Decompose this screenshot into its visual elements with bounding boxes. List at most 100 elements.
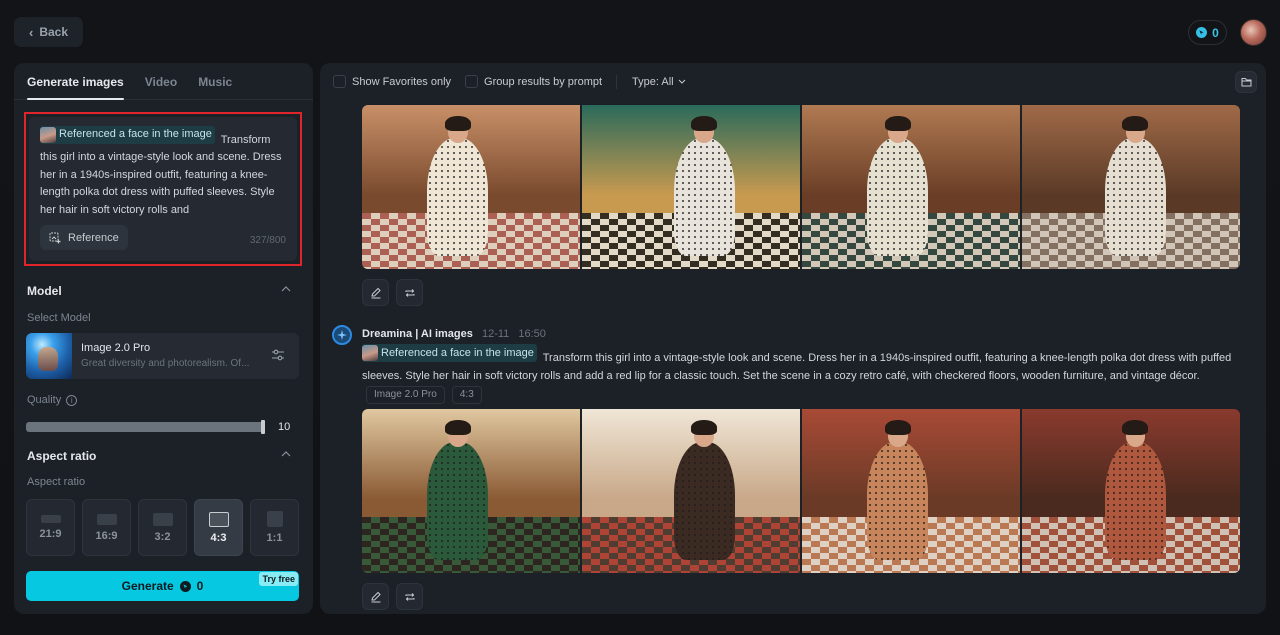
hair <box>1122 116 1149 132</box>
generation-actions <box>362 279 423 306</box>
generated-image[interactable] <box>362 409 580 573</box>
group-label: Group results by prompt <box>484 75 603 88</box>
edit-prompt-button[interactable] <box>362 279 389 306</box>
credits-badge[interactable]: 0 <box>1188 20 1227 45</box>
generation-settings-panel: Generate images Video Music Referenced a… <box>14 63 313 614</box>
ratio-label: 21:9 <box>39 528 62 540</box>
user-avatar[interactable] <box>1240 19 1267 46</box>
prompt-input-highlight: Referenced a face in the image Transform… <box>24 112 302 266</box>
aspect-ratio-label: Aspect ratio <box>27 476 86 488</box>
woman-figure <box>427 441 489 560</box>
collapse-aspect-ratio-button[interactable] <box>281 448 291 460</box>
quality-value: 10 <box>278 421 291 433</box>
generated-image[interactable] <box>582 105 800 269</box>
prompt-text[interactable]: Referenced a face in the image Transform… <box>40 126 286 219</box>
regenerate-button[interactable] <box>396 279 423 306</box>
generate-button[interactable]: Generate 0 Try free <box>26 571 299 601</box>
ratio-21-9-icon <box>40 515 61 523</box>
pencil-icon <box>370 591 381 602</box>
generation-date: 12-11 <box>481 328 510 340</box>
generated-image[interactable] <box>802 409 1020 573</box>
ratio-4-3-icon <box>208 511 229 527</box>
group-checkbox[interactable] <box>465 75 479 88</box>
woman-figure <box>1104 441 1166 560</box>
group-by-prompt-toggle[interactable]: Group results by prompt <box>465 75 602 88</box>
filter-bar: Show Favorites only Group results by pro… <box>320 63 1266 100</box>
aspect-ratio-16-9[interactable]: 16:9 <box>82 499 131 556</box>
tab-video[interactable]: Video <box>145 63 177 99</box>
hair <box>884 116 911 132</box>
ratio-1-1-icon <box>266 511 283 527</box>
edit-prompt-button[interactable] <box>362 583 389 610</box>
generation-image-grid <box>362 409 1240 573</box>
quality-label-text: Quality <box>27 394 62 406</box>
aspect-ratio-4-3[interactable]: 4:3 <box>194 499 243 556</box>
ratio-16-9-icon <box>96 513 117 525</box>
model-description: Great diversity and photorealism. Of... <box>81 358 250 369</box>
woman-figure <box>1104 137 1166 256</box>
reference-chip-label: Referenced a face in the image <box>59 128 212 140</box>
hair <box>691 116 718 132</box>
model-selector[interactable]: Image 2.0 Pro Great diversity and photor… <box>26 333 299 379</box>
reference-thumbnail <box>362 345 378 361</box>
generation-time: 16:50 <box>518 328 546 340</box>
model-tag: Image 2.0 Pro <box>366 386 445 404</box>
repeat-icon <box>405 288 414 297</box>
reference-thumbnail <box>40 126 56 143</box>
generated-image[interactable] <box>1022 409 1240 573</box>
folder-icon <box>1241 78 1251 87</box>
generation-title: Dreamina | AI images 12-11 16:50 <box>362 328 546 340</box>
aspect-ratio-3-2[interactable]: 3:2 <box>138 499 187 556</box>
show-favorites-toggle[interactable]: Show Favorites only <box>333 75 451 88</box>
credit-coin-icon <box>179 580 191 592</box>
generate-label: Generate <box>121 579 174 593</box>
generation-author: Dreamina | AI images <box>362 328 473 340</box>
hair <box>884 420 911 436</box>
favorites-label: Show Favorites only <box>352 75 452 88</box>
woman-figure <box>427 137 489 256</box>
generated-image[interactable] <box>362 105 580 269</box>
collapse-model-button[interactable] <box>281 283 291 295</box>
ratio-label: 4:3 <box>210 531 227 544</box>
face-reference-chip[interactable]: Referenced a face in the image <box>40 126 215 144</box>
back-button[interactable]: ‹ Back <box>14 17 83 47</box>
quality-slider[interactable] <box>26 420 265 434</box>
woman-figure <box>673 441 735 560</box>
aspect-ratio-21-9[interactable]: 21:9 <box>26 499 75 556</box>
folder-button[interactable] <box>1235 71 1257 93</box>
tab-music[interactable]: Music <box>198 63 232 99</box>
chevron-down-icon <box>678 79 685 84</box>
generation-prompt: Referenced a face in the image Transform… <box>362 344 1232 404</box>
info-icon[interactable]: i <box>66 394 78 406</box>
reference-button[interactable]: Reference <box>40 225 128 250</box>
prompt-body: Transform this girl into a vintage-style… <box>40 133 282 216</box>
mode-tabs: Generate images Video Music <box>14 63 313 100</box>
hair <box>1122 420 1149 436</box>
favorites-checkbox[interactable] <box>333 75 346 88</box>
generated-image[interactable] <box>582 409 800 573</box>
ratio-label: 16:9 <box>95 529 118 542</box>
type-filter-label: Type: All <box>632 75 674 88</box>
aspect-ratio-options: 21:9 16:9 3:2 4:3 1:1 <box>26 499 299 556</box>
chevron-left-icon: ‹ <box>28 24 34 40</box>
chevron-up-icon <box>281 286 291 292</box>
results-panel: Show Favorites only Group results by pro… <box>320 63 1266 614</box>
aspect-ratio-1-1[interactable]: 1:1 <box>250 499 299 556</box>
generation-actions <box>362 583 423 610</box>
reference-button-label: Reference <box>68 231 119 244</box>
generated-image[interactable] <box>802 105 1020 269</box>
quality-slider-handle[interactable] <box>261 420 265 434</box>
type-filter-dropdown[interactable]: Type: All <box>632 76 686 88</box>
model-name: Image 2.0 Pro <box>81 342 151 354</box>
face-reference-chip[interactable]: Referenced a face in the image <box>362 344 537 362</box>
hair <box>444 420 471 436</box>
ratio-label: 3:2 <box>154 530 171 543</box>
regenerate-button[interactable] <box>396 583 423 610</box>
generated-image[interactable] <box>1022 105 1240 269</box>
tab-generate-images[interactable]: Generate images <box>27 63 124 100</box>
prompt-input[interactable]: Referenced a face in the image Transform… <box>29 117 297 261</box>
reference-chip-label: Referenced a face in the image <box>381 347 534 359</box>
sliders-icon[interactable] <box>271 348 285 362</box>
chevron-up-icon <box>281 451 291 457</box>
model-section-title: Model <box>27 284 62 298</box>
